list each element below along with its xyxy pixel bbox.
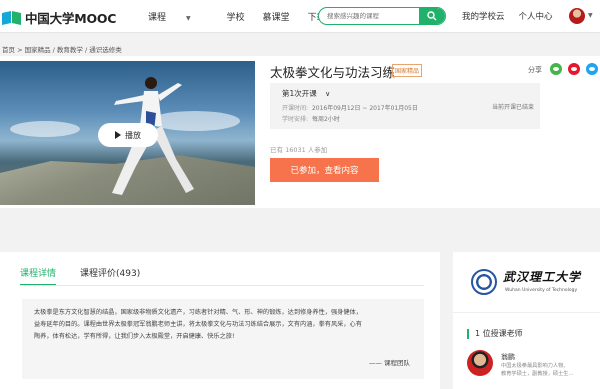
detail-tabs: 课程详情 课程评价(493) [20, 266, 164, 286]
play-button[interactable]: 播放 [98, 123, 158, 147]
book-logo-icon [2, 10, 22, 26]
teachers-heading-label: 1 位授课老师 [475, 329, 523, 338]
search-icon [427, 11, 437, 21]
tab-course-details[interactable]: 课程详情 [20, 266, 57, 286]
intro-line: 陶养，体有松达，学有所得，让我们步入太极殿堂，开启健康、快乐之旅! [34, 333, 235, 340]
teacher-desc-line: 中国太极拳最具影响力人物、 [501, 363, 569, 369]
side-divider [453, 312, 600, 313]
university-name-en: Wuhan University of Technology [505, 288, 578, 293]
school-teacher-card: 武汉理工大学 Wuhan University of Technology 1 … [453, 252, 600, 389]
tabs-divider [20, 285, 424, 286]
open-time-label: 开课时间: [282, 105, 309, 112]
play-icon [115, 131, 121, 139]
open-time-value: 2016年09月12日 ~ 2017年01月05日 [311, 105, 418, 112]
teacher-name[interactable]: 翁鹏 [501, 352, 515, 362]
personal-center-link[interactable]: 个人中心 [519, 10, 553, 22]
term-info-panel: 第1次开课 ∨ 开课时间: 2016年09月12日 ~ 2017年01月05日 … [270, 83, 540, 129]
play-label: 播放 [125, 130, 141, 140]
top-navigation-bar: 中国大学MOOC 课程▼ 学校 慕课堂 下载APP 我的学校云 个人中心 ▼ [0, 0, 600, 33]
national-quality-badge: 国家精品 [392, 64, 423, 77]
cloud-decoration [10, 121, 80, 137]
search-button[interactable] [419, 8, 445, 24]
user-avatar[interactable] [569, 8, 585, 24]
search-box [318, 7, 446, 25]
mooc-logo[interactable]: 中国大学MOOC [2, 8, 116, 27]
university-emblem-icon [471, 269, 497, 295]
teacher-desc-line: 教育学硕士，副教授，硕士生... [501, 371, 574, 377]
nav-item-schools[interactable]: 学校 [227, 10, 245, 23]
chevron-down-icon: ▼ [186, 15, 191, 22]
intro-signature: —— 课程团队 [368, 359, 410, 367]
tab-course-reviews[interactable]: 课程评价(493) [80, 266, 140, 286]
search-input[interactable] [327, 10, 417, 22]
open-time-row: 开课时间: 2016年09月12日 ~ 2017年01月05日 [282, 103, 418, 112]
heading-accent-bar [467, 328, 469, 339]
intro-line: 益寿延年的目的。课程由世界太极拳冠军翁鹏老师主讲，将太极拳文化与功法习练结合展示… [34, 321, 362, 328]
course-intro: 太极拳是东方文化智慧的结晶，国家级非物质文化遗产，习练者针对精、气、形、神的锻炼… [22, 299, 424, 379]
intro-line: 太极拳是东方文化智慧的结晶，国家级非物质文化遗产，习练者针对精、气、形、神的锻炼… [34, 309, 362, 316]
hours-label: 学时安排: [282, 116, 309, 123]
user-links: 我的学校云 个人中心 [462, 10, 567, 22]
wechat-share-icon[interactable] [550, 63, 562, 75]
hours-row: 学时安排: 每周2小时 [282, 114, 340, 123]
teachers-heading: 1 位授课老师 [467, 328, 523, 339]
university-name: 武汉理工大学 [503, 270, 582, 284]
share-label: 分享 [528, 66, 542, 74]
view-content-button[interactable]: 已参加，查看内容 [270, 158, 379, 182]
enrolled-count: 已有 16031 人参加 [270, 146, 328, 154]
term-selector[interactable]: 第1次开课 ∨ [282, 88, 330, 99]
qq-share-icon[interactable] [586, 63, 598, 75]
course-detail-card: 课程详情 课程评价(493) 太极拳是东方文化智慧的结晶，国家级非物质文化遗产，… [0, 252, 440, 389]
course-video-player[interactable]: 播放 [0, 61, 255, 205]
logo-text: 中国大学MOOC [25, 11, 117, 26]
chevron-down-icon: ∨ [325, 90, 331, 98]
weibo-share-icon[interactable] [568, 63, 580, 75]
nav-item-label: 课程 [148, 13, 167, 23]
teacher-description: 中国太极拳最具影响力人物、 教育学硕士，副教授，硕士生... [501, 362, 593, 378]
chevron-down-icon[interactable]: ▼ [588, 12, 593, 19]
course-hero: 播放 太极拳文化与功法习练 国家精品 分享 第1次开课 ∨ 开课时间: 2016… [0, 56, 600, 208]
university-logo[interactable]: 武汉理工大学 Wuhan University of Technology [467, 264, 589, 304]
term-status: 当前开课已结束 [491, 104, 534, 111]
teacher-avatar[interactable] [467, 350, 493, 376]
nav-item-courses[interactable]: 课程 ▼ [148, 10, 209, 23]
course-title: 太极拳文化与功法习练 [270, 65, 396, 80]
nav-item-mooc-class[interactable]: 慕课堂 [263, 10, 290, 23]
breadcrumb[interactable]: 首页 > 国家精品 / 教育教学 / 通识选修类 [2, 44, 122, 54]
hours-value: 每周2小时 [311, 116, 340, 123]
term-selector-label: 第1次开课 [282, 89, 317, 98]
my-school-cloud-link[interactable]: 我的学校云 [462, 10, 505, 22]
